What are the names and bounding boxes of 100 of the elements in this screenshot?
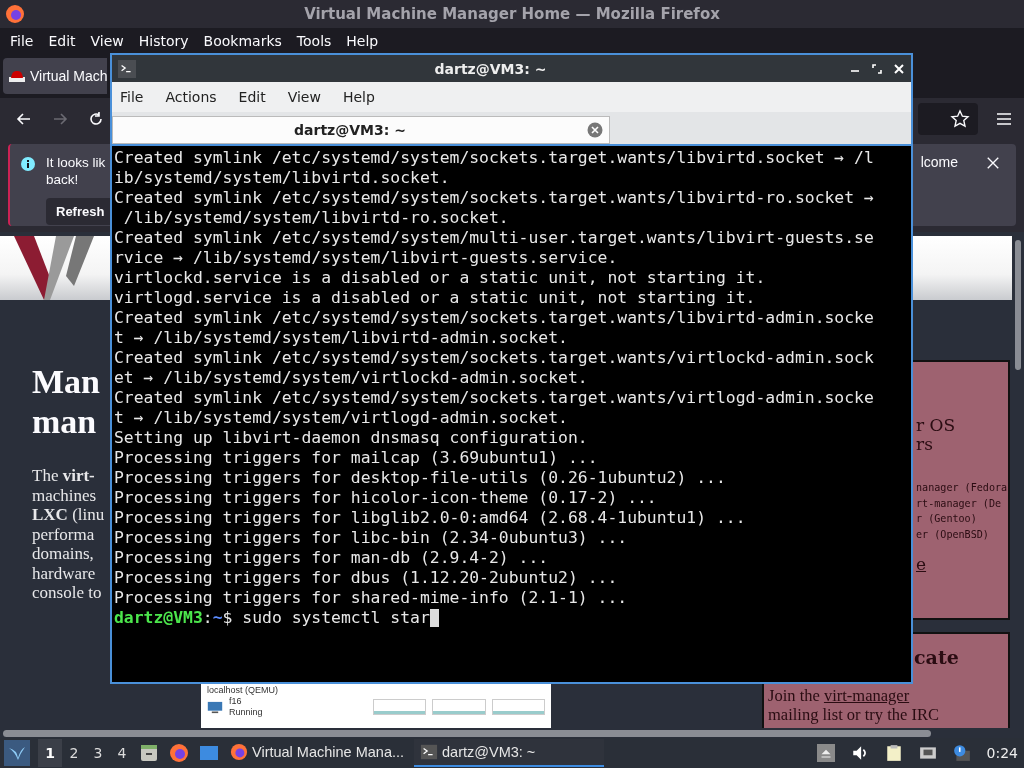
graph-drawing	[373, 699, 427, 715]
output-line: Processing triggers for dbus (1.12.20-2ubuntu2) ...	[114, 568, 618, 588]
close-icon[interactable]	[893, 62, 905, 75]
box-link[interactable]: e	[916, 554, 927, 574]
intro-text: LXC (linu	[32, 505, 105, 525]
output-line: t → /lib/systemd/system/virtlogd-admin.socket.	[114, 408, 568, 428]
close-icon[interactable]	[986, 156, 1000, 170]
output-line: Created symlink /etc/systemd/system/sockets.target.wants/virtlogd-admin.socke	[114, 388, 874, 408]
refresh-button[interactable]: Refresh	[46, 198, 110, 225]
tab-title: Virtual Mach	[30, 68, 108, 84]
notification-text: back!	[46, 171, 79, 188]
intro-text: performa	[32, 524, 95, 544]
output-line: Processing triggers for hicolor-icon-theme (0.17-2) ...	[114, 488, 657, 508]
terminal-tab[interactable]: dartz@VM3: ~	[112, 116, 610, 144]
box-heading: cate	[914, 646, 959, 668]
output-line: /lib/systemd/system/libvirtd-ro.socket.	[122, 208, 509, 228]
workspace-button[interactable]: 3	[86, 739, 110, 767]
info-icon	[20, 156, 36, 172]
package-text: er (OpenBSD)	[916, 527, 989, 542]
clipboard-icon[interactable]	[884, 744, 903, 762]
box-text: Join the virt-manager	[768, 686, 910, 705]
prompt-text: :	[202, 608, 213, 628]
output-line: virtlogd.service is a disabled or a static unit, not starting it.	[114, 288, 756, 308]
intro-text: The virt-	[32, 466, 95, 486]
output-line: Processing triggers for libc-bin (2.34-0ubuntu3) ...	[114, 528, 628, 548]
output-line: Processing triggers for man-db (2.9.4-2) ...	[114, 548, 549, 568]
output-line: Created symlink /etc/systemd/system/sockets.target.wants/libvirtd-ro.socket →	[114, 188, 874, 208]
output-line: Created symlink /etc/systemd/system/multi-user.target.wants/libvirt-guests.se	[114, 228, 874, 248]
notification-text: lcome	[920, 154, 958, 170]
bookmark-star-icon[interactable]	[950, 109, 970, 129]
menu-item[interactable]: History	[138, 31, 189, 51]
terminal-icon	[118, 59, 136, 78]
menu-item[interactable]: File	[10, 31, 34, 51]
intro-text: domains,	[32, 544, 94, 564]
hat-icon	[9, 68, 25, 84]
prompt-path: ~	[212, 608, 223, 628]
package-text: nanager (Fedora	[916, 481, 1008, 495]
terminal-icon	[420, 743, 438, 761]
output-line: Created symlink /etc/systemd/system/sockets.target.wants/libvirtd-admin.socke	[114, 308, 874, 328]
start-menu-icon[interactable]	[4, 740, 30, 766]
page-heading: Man man	[32, 362, 101, 442]
volume-icon[interactable]	[850, 744, 869, 762]
workspace-button[interactable]: 1	[38, 739, 62, 767]
menu-item[interactable]: Help	[342, 89, 375, 105]
output-line: Setting up libvirt-daemon dnsmasq configuration.	[114, 428, 588, 448]
mailing-list-link[interactable]: virt-manager	[823, 686, 910, 705]
eject-icon[interactable]	[816, 744, 835, 762]
output-line: et → /lib/systemd/system/virtlockd-admin.socket.	[114, 368, 588, 388]
menu-item[interactable]: Tools	[296, 31, 332, 51]
output-line: Processing triggers for desktop-file-utils (0.26-1ubuntu2) ...	[114, 468, 726, 488]
menu-item[interactable]: Help	[346, 31, 379, 51]
taskbar-task[interactable]: dartz@VM3: ~	[414, 739, 604, 767]
desktop-icon[interactable]	[199, 743, 219, 763]
menu-item[interactable]: View	[90, 31, 124, 51]
scrollbar-thumb[interactable]	[1015, 240, 1021, 370]
clock: 0:24	[986, 745, 1018, 761]
menu-item[interactable]: View	[287, 89, 321, 105]
screenshot-text: Running	[229, 707, 263, 718]
output-line: rvice → /lib/systemd/system/libvirt-guests.service.	[114, 248, 618, 268]
menu-item[interactable]: Edit	[238, 89, 266, 105]
graph-drawing	[491, 699, 545, 715]
file-cabinet-icon[interactable]	[139, 743, 159, 763]
intro-text: hardware	[32, 563, 96, 583]
prompt-user: dartz@VM3	[114, 608, 203, 628]
firefox-icon[interactable]	[169, 743, 189, 763]
text-cursor	[429, 609, 439, 627]
window-title: Virtual Machine Manager Home — Mozilla Firefox	[304, 5, 720, 23]
taskbar-task[interactable]: Virtual Machine Mana...	[224, 739, 414, 767]
package-text: rt-manager (De	[916, 496, 1002, 511]
browser-tab[interactable]: Virtual Mach	[3, 58, 107, 94]
network-icon[interactable]	[918, 744, 937, 762]
output-line: Processing triggers for shared-mime-info (2.1-1) ...	[114, 588, 628, 608]
monitor-icon	[207, 700, 223, 714]
box-text: r OS	[916, 416, 956, 435]
address-field[interactable]	[918, 103, 978, 135]
box-text: mailing list or try the IRC	[768, 705, 939, 724]
menu-item[interactable]: Bookmarks	[203, 31, 282, 51]
menu-item[interactable]: Edit	[48, 31, 76, 51]
output-line: virtlockd.service is a disabled or a static unit, not starting it.	[114, 268, 766, 288]
output-line: Created symlink /etc/systemd/system/sockets.target.wants/virtlockd-admin.sock	[114, 348, 874, 368]
workspace-button[interactable]: 2	[62, 739, 86, 767]
maximize-icon[interactable]	[871, 62, 883, 75]
menu-item[interactable]: Actions	[165, 89, 217, 105]
box-text: rs	[916, 435, 933, 454]
screenshot-text: f16	[229, 696, 242, 707]
output-line: Processing triggers for mailcap (3.69ubuntu1) ...	[114, 448, 598, 468]
firefox-icon	[5, 4, 25, 24]
scrollbar-thumb[interactable]	[3, 730, 931, 737]
window-title: dartz@VM3: ~	[433, 60, 548, 77]
screenshot-text: localhost (QEMU)	[207, 685, 278, 696]
intro-text: console to	[32, 583, 102, 603]
command-text: $ sudo systemctl star	[222, 608, 430, 628]
output-line: ib/systemd/system/libvirtd.socket.	[114, 168, 450, 188]
workspace-button[interactable]: 4	[110, 739, 134, 767]
output-line: t → /lib/systemd/system/libvirtd-admin.socket.	[114, 328, 568, 348]
menu-item[interactable]: File	[120, 89, 144, 105]
firefox-icon	[230, 743, 248, 761]
intro-text: machines	[32, 485, 97, 505]
output-line: Created symlink /etc/systemd/system/sockets.target.wants/libvirtd.socket → /l	[114, 148, 874, 168]
notification-icon[interactable]	[952, 744, 971, 762]
